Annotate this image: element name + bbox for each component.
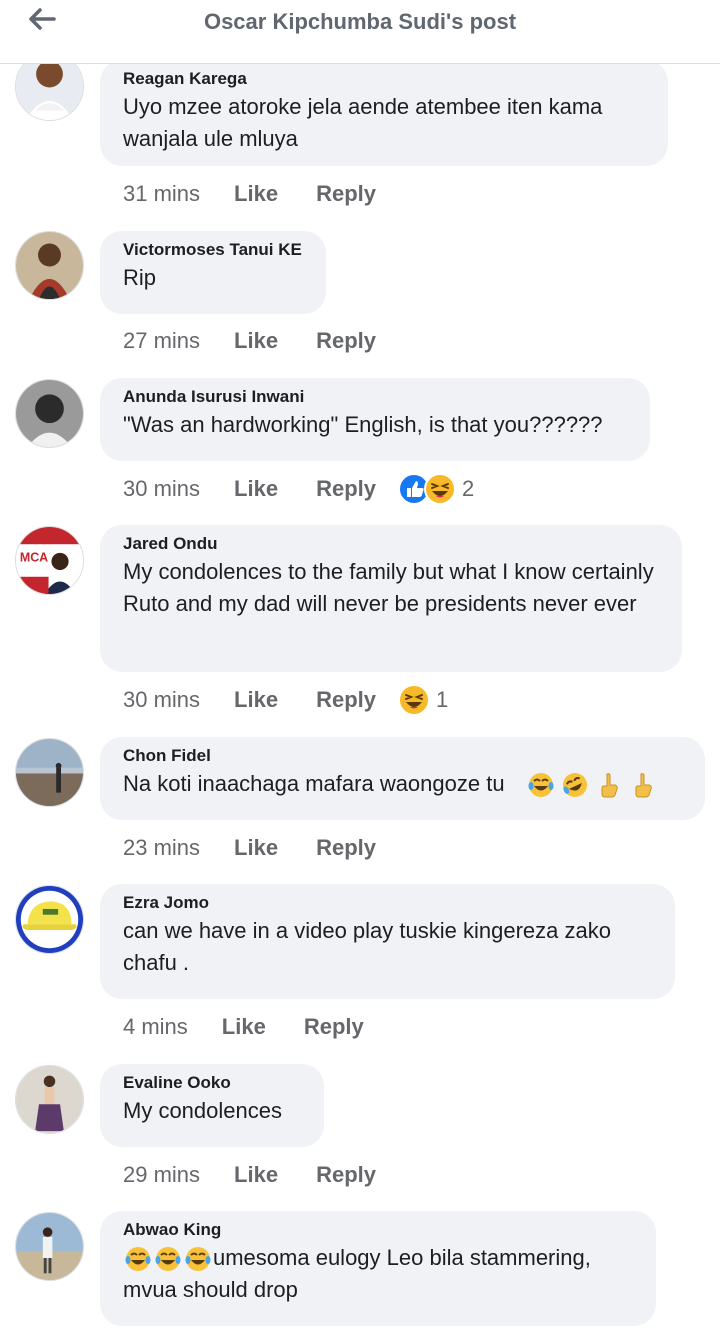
tears-of-joy-emoji-icon bbox=[528, 773, 554, 798]
haha-reaction-icon bbox=[398, 684, 430, 716]
comment-actions: 30 mins Like Reply 2 bbox=[123, 473, 474, 505]
comment-actions: 4 mins Like Reply bbox=[123, 1012, 364, 1042]
like-button[interactable]: Like bbox=[234, 476, 278, 502]
comment-author[interactable]: Evaline Ooko bbox=[123, 1073, 302, 1093]
comment-text: Na koti inaachaga mafara waongoze tu bbox=[123, 768, 683, 800]
comment-text: Uyo mzee atoroke jela aende atembee iten… bbox=[123, 94, 603, 151]
comment-bubble[interactable]: Victormoses Tanui KE Rip bbox=[100, 231, 326, 314]
comment-time: 30 mins bbox=[123, 476, 201, 501]
reaction-summary[interactable]: 1 bbox=[398, 684, 448, 716]
reply-button[interactable]: Reply bbox=[316, 1162, 376, 1188]
comment-actions: 23 mins Like Reply bbox=[123, 833, 376, 863]
comment-text: My condolences bbox=[123, 1098, 282, 1123]
pointing-up-emoji-icon bbox=[635, 773, 652, 798]
comment-bubble[interactable]: Evaline Ooko My condolences bbox=[100, 1064, 324, 1147]
like-button[interactable]: Like bbox=[222, 1014, 266, 1040]
comment-author[interactable]: Jared Ondu bbox=[123, 534, 660, 554]
like-button[interactable]: Like bbox=[234, 328, 278, 354]
top-bar: Oscar Kipchumba Sudi's post bbox=[0, 0, 720, 64]
comment-author[interactable]: Abwao King bbox=[123, 1220, 634, 1240]
avatar[interactable] bbox=[15, 379, 84, 448]
avatar[interactable] bbox=[15, 1212, 84, 1281]
pointing-up-emoji-icon bbox=[601, 773, 618, 798]
comment-author[interactable]: Ezra Jomo bbox=[123, 893, 653, 913]
comment-text: My condolences to the family but what I … bbox=[123, 559, 654, 616]
comment-author[interactable]: Chon Fidel bbox=[123, 746, 683, 766]
comment-time: 23 mins bbox=[123, 835, 201, 860]
comment-author[interactable]: Reagan Karega bbox=[123, 69, 646, 89]
reaction-summary[interactable]: 2 bbox=[398, 473, 474, 505]
comment-text: "Was an hardworking" English, is that yo… bbox=[123, 412, 603, 437]
avatar[interactable] bbox=[15, 885, 84, 954]
reply-button[interactable]: Reply bbox=[316, 835, 376, 861]
comment-time: 29 mins bbox=[123, 1162, 201, 1187]
comment-text: Rip bbox=[123, 265, 157, 290]
comment-time: 27 mins bbox=[123, 328, 201, 353]
tears-of-joy-emoji-icon bbox=[125, 1247, 151, 1272]
comment-bubble[interactable]: Abwao King umesoma eulogy Leo bila stamm… bbox=[100, 1211, 656, 1326]
comment-bubble[interactable]: Anunda Isurusi Inwani "Was an hardworkin… bbox=[100, 378, 650, 461]
comment-text-content: Na koti inaachaga mafara waongoze tu bbox=[123, 771, 505, 796]
comment-bubble[interactable]: Chon Fidel Na koti inaachaga mafara waon… bbox=[100, 737, 705, 820]
comment-author[interactable]: Victormoses Tanui KE bbox=[123, 240, 304, 260]
like-button[interactable]: Like bbox=[234, 181, 278, 207]
reply-button[interactable]: Reply bbox=[316, 476, 376, 502]
comment-bubble[interactable]: Reagan Karega Uyo mzee atoroke jela aend… bbox=[100, 60, 668, 166]
avatar[interactable] bbox=[15, 231, 84, 300]
like-button[interactable]: Like bbox=[234, 1162, 278, 1188]
comment-author[interactable]: Anunda Isurusi Inwani bbox=[123, 387, 628, 407]
haha-reaction-icon bbox=[424, 473, 456, 505]
comment-time: 31 mins bbox=[123, 181, 201, 206]
comment-text: can we have in a video play tuskie kinge… bbox=[123, 918, 611, 975]
reaction-count: 1 bbox=[436, 687, 449, 712]
avatar[interactable] bbox=[15, 1065, 84, 1134]
comment-actions: 27 mins Like Reply bbox=[123, 326, 376, 356]
reply-button[interactable]: Reply bbox=[316, 328, 376, 354]
like-button[interactable]: Like bbox=[234, 835, 278, 861]
like-button[interactable]: Like bbox=[234, 687, 278, 713]
avatar[interactable]: MCA bbox=[15, 526, 84, 595]
rolling-laughing-emoji-icon bbox=[562, 773, 587, 798]
comment-time: 30 mins bbox=[123, 687, 201, 712]
reply-button[interactable]: Reply bbox=[316, 687, 376, 713]
comment-time: 4 mins bbox=[123, 1014, 188, 1039]
comment-bubble[interactable]: Ezra Jomo can we have in a video play tu… bbox=[100, 884, 675, 999]
page-title: Oscar Kipchumba Sudi's post bbox=[203, 9, 517, 34]
reply-button[interactable]: Reply bbox=[316, 181, 376, 207]
comment-text: umesoma eulogy Leo bila stammering, mvua… bbox=[123, 1242, 634, 1306]
reaction-count: 2 bbox=[462, 476, 475, 501]
tears-of-joy-emoji-icon bbox=[155, 1247, 181, 1272]
comment-bubble[interactable]: Jared Ondu My condolences to the family … bbox=[100, 525, 682, 672]
svg-text:MCA: MCA bbox=[20, 550, 48, 564]
comment-actions: 31 mins Like Reply bbox=[123, 179, 376, 209]
reply-button[interactable]: Reply bbox=[304, 1014, 364, 1040]
comment-actions: 29 mins Like Reply bbox=[123, 1160, 376, 1190]
tears-of-joy-emoji-icon bbox=[185, 1247, 211, 1272]
avatar[interactable] bbox=[15, 738, 84, 807]
comment-actions: 30 mins Like Reply 1 bbox=[123, 684, 448, 716]
